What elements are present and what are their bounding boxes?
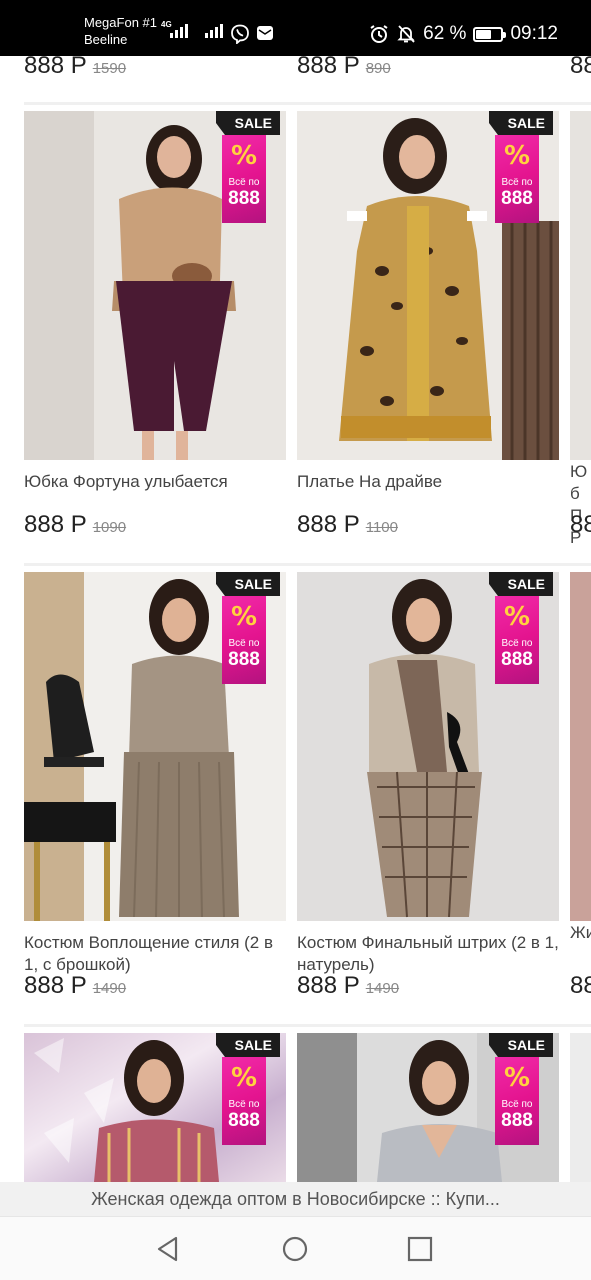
percent-icon: %	[503, 141, 531, 171]
sale-ribbon: SALE	[216, 1033, 280, 1057]
product-price: 88	[570, 511, 591, 538]
old-price: 1590	[92, 60, 127, 77]
sale-ribbon: SALE	[489, 572, 553, 596]
product-photo[interactable]: SALE % Всё по 888	[24, 572, 286, 921]
sale-ribbon: SALE	[216, 111, 280, 135]
navigation-bar	[0, 1216, 591, 1280]
sale-line-2: 888	[228, 1110, 260, 1131]
home-icon[interactable]	[279, 1233, 311, 1265]
percent-icon: %	[230, 1063, 258, 1093]
signal-2-icon	[205, 22, 223, 38]
row-divider	[24, 563, 591, 566]
battery-icon	[473, 26, 507, 42]
signal-icon	[170, 22, 188, 38]
battery-percent: 62 %	[423, 23, 467, 44]
product-card-peek[interactable]	[570, 1033, 591, 1182]
previous-row-prices: 888 Р 1590 888 Р 890 88	[0, 56, 591, 86]
carrier-labels: MegaFon #1 Beeline	[84, 14, 157, 48]
row-divider	[24, 1024, 591, 1027]
old-price: 1100	[365, 519, 398, 536]
product-name[interactable]: Платье На драйве	[297, 471, 559, 493]
silent-icon	[397, 25, 415, 43]
old-price: 1090	[92, 519, 127, 536]
sale-line-2: 888	[501, 188, 533, 209]
status-right: 62 % 09:12	[369, 23, 558, 45]
sale-ribbon: SALE	[489, 111, 553, 135]
product-photo[interactable]	[570, 572, 591, 921]
alarm-icon	[370, 25, 388, 43]
product-price: 88	[570, 972, 591, 999]
mail-icon	[257, 26, 273, 40]
sale-line-2: 888	[228, 649, 260, 670]
sale-line-2: 888	[501, 649, 533, 670]
percent-icon: %	[503, 1063, 531, 1093]
row-divider	[24, 102, 591, 105]
product-card[interactable]: SALE % Всё по 888	[24, 1033, 286, 1182]
recents-icon[interactable]	[404, 1233, 436, 1265]
sale-sticker: % Всё по 888	[495, 596, 539, 684]
sale-line-2: 888	[501, 1110, 533, 1131]
product-photo[interactable]: SALE % Всё по 888	[297, 572, 559, 921]
sale-line-1: Всё по	[501, 177, 533, 188]
sale-line-1: Всё по	[228, 1099, 260, 1110]
product-name[interactable]: Юбка Фортуна улыбается	[24, 471, 286, 493]
product-card[interactable]: SALE % Всё по 888	[297, 1033, 559, 1182]
product-photo[interactable]	[570, 111, 591, 460]
page-title-bar[interactable]: Женская одежда оптом в Новосибирске :: К…	[0, 1182, 591, 1216]
product-name[interactable]: Костюм Воплощение стиля (2 в 1, с брошко…	[24, 932, 286, 976]
sale-ribbon: SALE	[489, 1033, 553, 1057]
sale-ribbon: SALE	[216, 572, 280, 596]
viber-icon	[231, 24, 249, 44]
percent-icon: %	[503, 602, 531, 632]
sale-line-1: Всё по	[501, 1099, 533, 1110]
product-price: 888 Р 1090	[24, 511, 127, 538]
product-name[interactable]: Жи	[570, 922, 591, 944]
carrier-2: Beeline	[84, 32, 128, 47]
product-price: 888 Р 890	[297, 56, 391, 79]
percent-icon: %	[230, 141, 258, 171]
sale-sticker: % Всё по 888	[222, 596, 266, 684]
product-price: 888 Р 1490	[24, 972, 127, 999]
product-card-peek[interactable]: Жи 88	[570, 572, 591, 1017]
product-price: 88	[570, 56, 591, 79]
back-icon[interactable]	[152, 1233, 184, 1265]
sale-sticker: % Всё по 888	[495, 1057, 539, 1145]
product-photo[interactable]: SALE % Всё по 888	[24, 111, 286, 460]
old-price: 1490	[92, 980, 127, 997]
product-price: 888 Р 1100	[297, 511, 398, 538]
product-photo[interactable]: SALE % Всё по 888	[297, 111, 559, 460]
product-card-peek[interactable]: Юб ПР 88	[570, 111, 591, 556]
product-photo[interactable]: SALE % Всё по 888	[297, 1033, 559, 1182]
product-photo[interactable]: SALE % Всё по 888	[24, 1033, 286, 1182]
product-price: 888 Р 1490	[297, 972, 400, 999]
status-bar: MegaFon #1 Beeline 4G 62 % 09:12	[0, 0, 591, 56]
carrier-1: MegaFon #1	[84, 15, 157, 30]
sale-sticker: % Всё по 888	[222, 1057, 266, 1145]
product-price: 888 Р 1590	[24, 56, 127, 79]
sale-line-2: 888	[228, 188, 260, 209]
percent-icon: %	[230, 602, 258, 632]
old-price: 890	[365, 60, 391, 77]
clock: 09:12	[510, 23, 558, 44]
sale-line-1: Всё по	[228, 638, 260, 649]
product-name[interactable]: Костюм Финальный штрих (2 в 1, натурель)	[297, 932, 559, 976]
sale-line-1: Всё по	[228, 177, 260, 188]
sale-sticker: % Всё по 888	[222, 135, 266, 223]
sale-line-1: Всё по	[501, 638, 533, 649]
old-price: 1490	[365, 980, 400, 997]
sale-sticker: % Всё по 888	[495, 135, 539, 223]
